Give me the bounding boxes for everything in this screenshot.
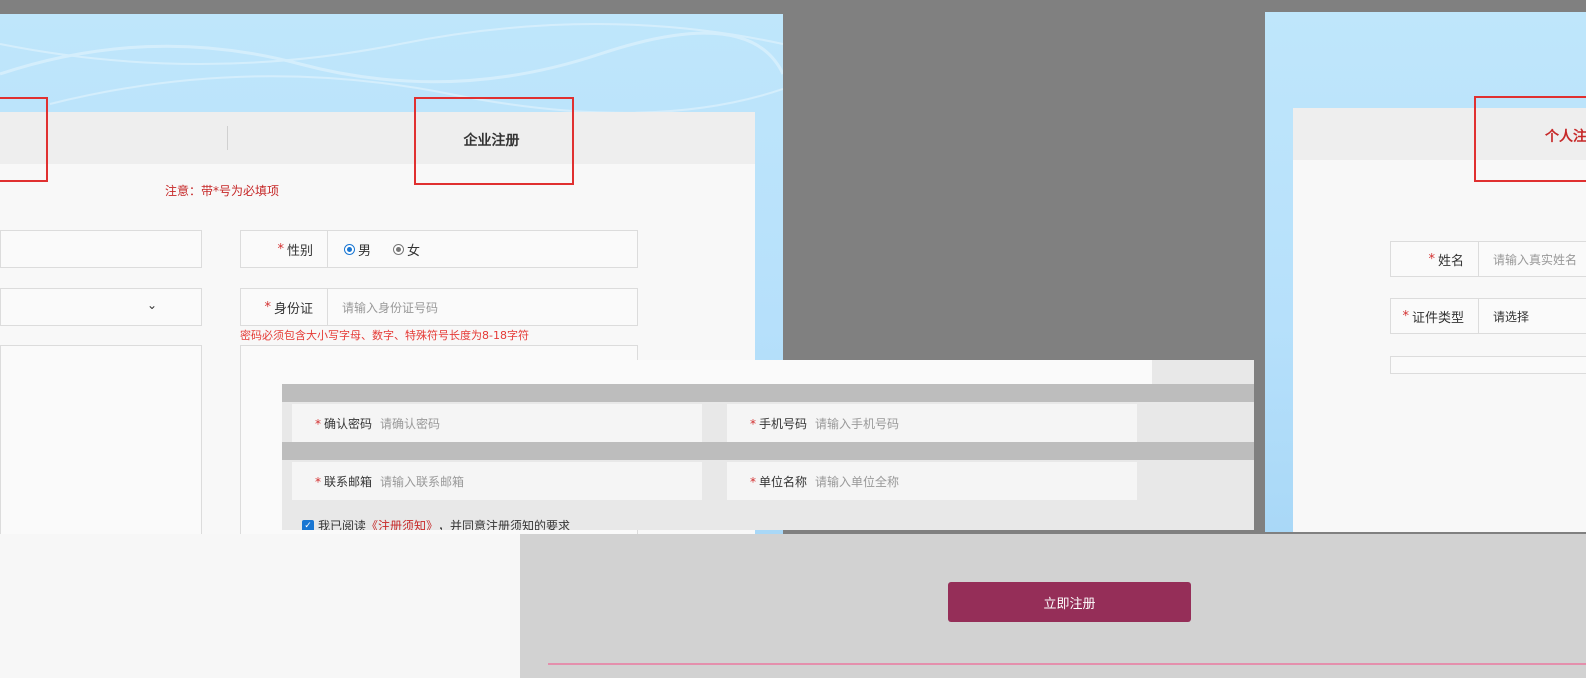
agreement-suffix: ，并同意注册须知的要求	[438, 519, 571, 530]
name-field[interactable]: * 姓名 请输入真实姓名	[1390, 241, 1586, 277]
gender-female-radio[interactable]: 女	[393, 240, 420, 259]
confirm-password-input[interactable]: 请确认密码	[380, 415, 440, 432]
agreement-prefix: 我已阅读	[318, 519, 367, 530]
overlay-band	[282, 384, 1254, 402]
radio-icon	[393, 243, 405, 255]
id-card-field[interactable]: * 身份证 请输入身份证号码	[240, 288, 638, 326]
contact-email-label: * 联系邮箱	[314, 474, 372, 489]
id-type-select-partial[interactable]: ⌄	[0, 288, 202, 326]
confirm-password-field[interactable]: * 确认密码 请确认密码	[292, 404, 702, 442]
contact-email-input[interactable]: 请输入联系邮箱	[380, 473, 464, 490]
background-pattern	[0, 23, 783, 114]
id-type-label: * 证件类型	[1391, 299, 1479, 333]
gender-label: * 性别	[241, 231, 328, 267]
id-card-label: * 身份证	[241, 289, 328, 325]
mobile-input[interactable]: 请输入手机号码	[815, 415, 899, 432]
password-hint: 密码必须包含大小写字母、数字、特殊符号长度为8-18字符	[240, 329, 529, 342]
radio-checked-icon	[344, 243, 355, 255]
id-type-select[interactable]: 请选择	[1479, 308, 1529, 325]
name-input[interactable]: 请输入真实姓名	[1479, 251, 1577, 268]
highlight-box	[414, 97, 574, 185]
id-card-input[interactable]: 请输入身份证号码	[328, 299, 438, 316]
required-notice: 注意：带*号为必填项	[165, 184, 280, 198]
artifact-line	[548, 663, 1586, 665]
gender-field: * 性别 男 女	[240, 230, 638, 268]
confirm-password-label: * 确认密码	[314, 416, 372, 431]
name-field-partial[interactable]	[0, 230, 202, 268]
checkbox-checked-icon[interactable]: ✓	[302, 519, 314, 530]
contact-email-field[interactable]: * 联系邮箱 请输入联系邮箱	[292, 462, 702, 500]
company-name-label: * 单位名称	[749, 474, 807, 489]
bottom-left-area	[0, 534, 521, 678]
personal-registration-panel: 个人注册 *姓名 请输入真实姓名 *证件类型 请选择	[1265, 12, 1586, 532]
chevron-down-icon: ⌄	[146, 298, 157, 312]
agreement-link[interactable]: 《注册须知》	[366, 517, 438, 530]
company-name-input[interactable]: 请输入单位全称	[815, 473, 899, 490]
overlay-top-strip	[282, 360, 1152, 384]
highlight-box	[1474, 96, 1586, 182]
gender-male-radio[interactable]: 男	[344, 240, 371, 259]
agreement-row[interactable]: ✓ 我已阅读 《注册须知》 ，并同意注册须知的要求	[302, 517, 570, 530]
register-now-button[interactable]: 立即注册	[948, 582, 1191, 622]
overlay-band	[282, 442, 1254, 460]
highlight-box	[0, 97, 48, 182]
left-column-partial	[0, 345, 202, 534]
registration-card: 个人注册 *姓名 请输入真实姓名 *证件类型 请选择	[1293, 96, 1586, 532]
next-field-partial	[1390, 356, 1586, 374]
form-overlay-artifact: * 确认密码 请确认密码 * 联系邮箱 请输入联系邮箱 * 手机号码 请输入手机号码 …	[282, 360, 1254, 530]
tab-bar: 企业注册	[0, 112, 755, 164]
tab-divider	[227, 126, 228, 150]
company-name-field[interactable]: * 单位名称 请输入单位全称	[727, 462, 1137, 500]
id-type-field[interactable]: * 证件类型 请选择	[1390, 298, 1586, 334]
mobile-field[interactable]: * 手机号码 请输入手机号码	[727, 404, 1137, 442]
name-label: * 姓名	[1391, 242, 1479, 276]
mobile-label: * 手机号码	[749, 416, 807, 431]
